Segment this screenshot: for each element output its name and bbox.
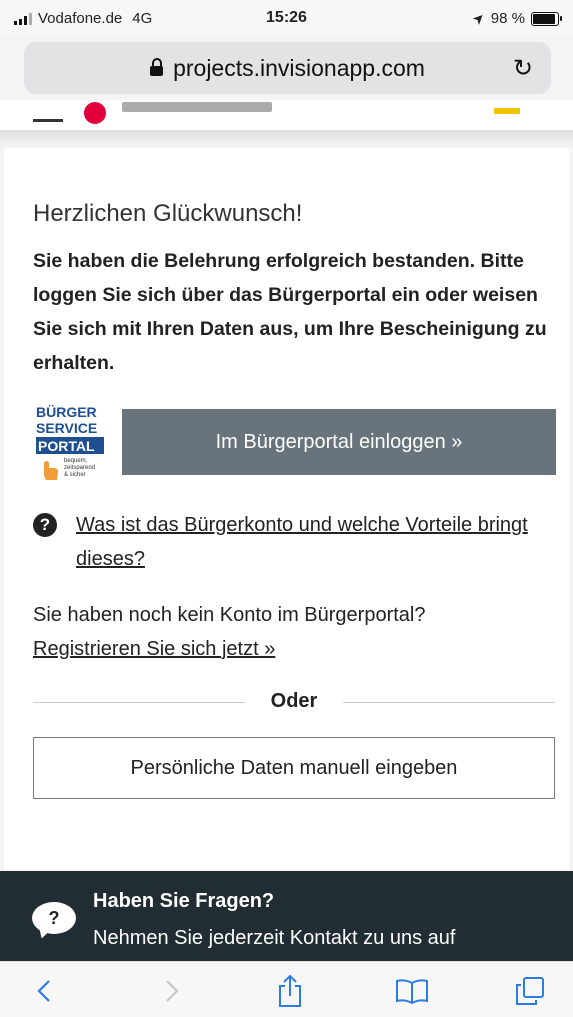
page-title: Herzlichen Glückwunsch! — [33, 200, 303, 227]
menu-icon[interactable] — [33, 119, 63, 122]
buergerservice-portal-logo: BÜRGER SERVICE PORTAL bequem, zeitsparen… — [34, 402, 112, 480]
logo-line-3: PORTAL — [38, 438, 95, 454]
battery-icon — [531, 11, 562, 26]
logo-tagline-2: zeitsparend — [64, 465, 95, 471]
faq-link[interactable]: Was ist das Bürgerkonto und welche Vorte… — [76, 508, 546, 576]
battery-percent: 98 % — [490, 10, 525, 27]
logo-line-2: SERVICE — [36, 420, 97, 436]
logo-line-1: BÜRGER — [36, 404, 97, 420]
status-bar: Vodafone.de 4G 15:26 ➤ 98 % — [0, 0, 573, 36]
intro-text: Sie haben die Belehrung erfolgreich best… — [33, 250, 547, 374]
url-bar[interactable]: projects.invisionapp.com ↻ — [24, 42, 551, 94]
header-shadow — [0, 130, 573, 148]
reload-icon[interactable]: ↻ — [513, 54, 533, 83]
footer-title: Haben Sie Fragen? — [93, 890, 275, 912]
bookmarks-icon[interactable] — [390, 972, 434, 1010]
lock-icon — [150, 58, 164, 76]
manual-entry-button[interactable]: Persönliche Daten manuell eingeben — [33, 737, 555, 799]
url-text: projects.invisionapp.com — [173, 54, 425, 81]
no-account-text: Sie haben noch kein Konto im Bürgerporta… — [33, 604, 426, 626]
divider-right — [343, 702, 555, 703]
divider-label: Oder — [270, 690, 318, 712]
chat-bubble-icon: ? — [32, 902, 76, 934]
forward-icon[interactable] — [150, 972, 194, 1010]
site-header — [0, 100, 573, 130]
browser-toolbar — [0, 961, 573, 1017]
help-footer: ? Haben Sie Fragen? Nehmen Sie jederzeit… — [0, 871, 573, 961]
share-icon[interactable] — [268, 972, 312, 1010]
site-logo-icon — [84, 102, 106, 124]
logo-tagline-3: & sicher — [64, 472, 86, 478]
header-accent — [494, 108, 520, 114]
back-icon[interactable] — [22, 972, 66, 1010]
tabs-icon[interactable] — [508, 972, 552, 1010]
buergerportal-login-button[interactable]: Im Bürgerportal einloggen » — [122, 409, 556, 475]
status-right: ➤ 98 % — [469, 8, 562, 28]
register-link[interactable]: Registrieren Sie sich jetzt » — [33, 638, 275, 661]
divider-left — [33, 702, 245, 703]
footer-text: Nehmen Sie jederzeit Kontakt zu uns auf — [93, 927, 456, 949]
site-logo-wordmark — [122, 102, 272, 112]
question-icon: ? — [33, 513, 57, 537]
logo-tagline-1: bequem, — [64, 458, 88, 464]
